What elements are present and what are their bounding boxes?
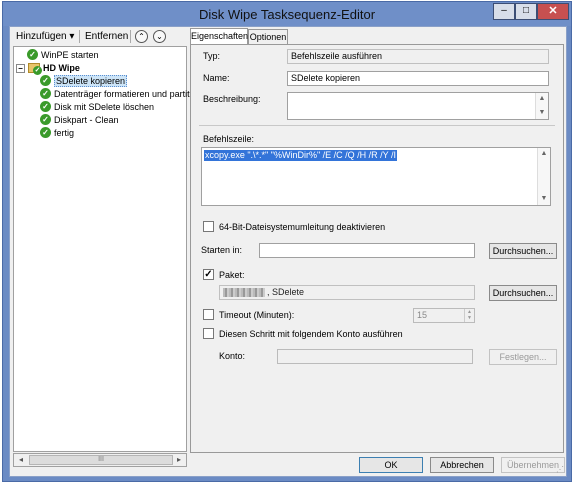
package-field: , SDelete: [219, 285, 475, 300]
name-label: Name:: [203, 73, 230, 83]
package-checkbox[interactable]: ✓: [203, 269, 214, 280]
description-field[interactable]: ▲ ▼: [287, 92, 549, 120]
add-menu-button[interactable]: Hinzufügen ▾: [16, 31, 74, 42]
redacted-package-id: [223, 288, 265, 298]
commandline-text: xcopy.exe ".\*.*" "%WinDir%" /E /C /Q /H…: [204, 150, 397, 161]
commandline-field[interactable]: xcopy.exe ".\*.*" "%WinDir%" /E /C /Q /H…: [201, 147, 551, 206]
scroll-up-icon[interactable]: ▲: [538, 148, 550, 160]
tree-item-winpe[interactable]: ✓ WinPE starten: [27, 49, 99, 61]
redirect-label: 64-Bit-Dateisystemumleitung deaktivieren: [219, 222, 386, 232]
package-label: Paket:: [219, 270, 245, 280]
tree-item-diskpart[interactable]: ✓ Diskpart - Clean: [40, 114, 119, 126]
check-icon: ✓: [27, 49, 38, 60]
scroll-right-icon[interactable]: ▸: [172, 454, 186, 466]
tree-item-label: SDelete kopieren: [54, 75, 128, 87]
timeout-stepper[interactable]: 15 ▲ ▼: [413, 308, 475, 323]
tree-item-label: Disk mit SDelete löschen: [54, 102, 155, 112]
scroll-down-icon[interactable]: ▼: [536, 107, 548, 119]
window-title: Disk Wipe Tasksequenz-Editor: [198, 7, 376, 22]
tree-item-fertig[interactable]: ✓ fertig: [40, 127, 74, 139]
close-button[interactable]: ✕: [537, 3, 569, 20]
timeout-label: Timeout (Minuten):: [219, 310, 295, 320]
timeout-value: 15: [417, 310, 428, 320]
check-icon: ✓: [40, 101, 51, 112]
move-down-icon[interactable]: ⌄: [153, 30, 166, 43]
set-account-button[interactable]: Festlegen...: [489, 349, 557, 365]
startin-field[interactable]: [259, 243, 475, 258]
check-icon: ✓: [40, 88, 51, 99]
commandline-scrollbar[interactable]: ▲ ▼: [537, 148, 550, 205]
scroll-down-icon[interactable]: ▼: [538, 193, 550, 205]
check-icon: ✓: [40, 75, 51, 86]
client-area: Hinzufügen ▾ Entfernen ⌃ ⌄ ✓ WinPE starte…: [9, 26, 567, 477]
spin-icon[interactable]: ▲ ▼: [464, 309, 474, 322]
runas-checkbox[interactable]: [203, 328, 214, 339]
tree-item-label: Diskpart - Clean: [54, 115, 119, 125]
package-browse-button[interactable]: Durchsuchen...: [489, 285, 557, 301]
scroll-left-icon[interactable]: ◂: [14, 454, 28, 466]
divider: [199, 125, 555, 126]
startin-browse-button[interactable]: Durchsuchen...: [489, 243, 557, 259]
task-sequence-tree: ✓ WinPE starten − ✓ HD Wipe ✓ SDelete kopier…: [13, 46, 190, 452]
type-label: Typ:: [203, 51, 221, 61]
title-bar[interactable]: Disk Wipe Tasksequenz-Editor – □ ✕: [3, 2, 571, 26]
tree-horizontal-scrollbar[interactable]: ◂ III ▸: [13, 453, 187, 467]
sequence-toolbar: Hinzufügen ▾ Entfernen ⌃ ⌄: [12, 29, 190, 45]
maximize-button[interactable]: □: [515, 3, 537, 20]
check-icon: ✓: [40, 114, 51, 125]
properties-panel: Typ: Befehlszeile ausführen Name: SDelet…: [190, 44, 564, 453]
tree-item-label: fertig: [54, 128, 75, 138]
timeout-checkbox[interactable]: [203, 309, 214, 320]
tree-item-datentraeger[interactable]: ✓ Datenträger formatieren und partit: [40, 88, 190, 100]
account-label: Konto:: [219, 351, 246, 361]
name-field[interactable]: SDelete kopieren: [287, 71, 549, 86]
tab-optionen[interactable]: Optionen: [248, 29, 288, 45]
type-field: Befehlszeile ausführen: [287, 49, 549, 64]
remove-button[interactable]: Entfernen: [85, 31, 128, 42]
move-up-icon[interactable]: ⌃: [135, 30, 148, 43]
startin-label: Starten in:: [201, 245, 243, 255]
cancel-button[interactable]: Abbrechen: [430, 457, 494, 473]
redirect-checkbox[interactable]: [203, 221, 214, 232]
app-window: Disk Wipe Tasksequenz-Editor – □ ✕ Hinzu…: [2, 1, 572, 482]
description-label: Beschreibung:: [203, 94, 261, 104]
folder-icon: ✓: [28, 63, 42, 75]
package-name: , SDelete: [267, 287, 305, 297]
tree-item-label: Datenträger formatieren und partit: [54, 89, 190, 99]
resize-grip-icon[interactable]: ⋰: [556, 465, 564, 474]
description-scrollbar[interactable]: ▲ ▼: [535, 93, 548, 119]
tree-item-label: HD Wipe: [43, 63, 80, 73]
scroll-up-icon[interactable]: ▲: [536, 93, 548, 105]
check-icon: ✓: [40, 127, 51, 138]
tree-item-label: WinPE starten: [41, 50, 99, 60]
scroll-thumb[interactable]: III: [29, 455, 173, 465]
collapse-icon[interactable]: −: [16, 64, 25, 73]
tab-eigenschaften[interactable]: Eigenschaften: [190, 28, 248, 45]
runas-label: Diesen Schritt mit folgendem Konto ausfü…: [219, 329, 403, 339]
tree-item-sdelete-kopieren[interactable]: ✓ SDelete kopieren: [40, 75, 128, 87]
tree-item-hd-wipe[interactable]: − ✓ HD Wipe: [16, 62, 80, 75]
commandline-label: Befehlszeile:: [203, 134, 255, 144]
toolbar-separator: [79, 30, 80, 43]
account-field[interactable]: [277, 349, 473, 364]
minimize-button[interactable]: –: [493, 3, 515, 20]
toolbar-separator: [130, 30, 131, 43]
ok-button[interactable]: OK: [359, 457, 423, 473]
tree-item-disk-loeschen[interactable]: ✓ Disk mit SDelete löschen: [40, 101, 154, 113]
